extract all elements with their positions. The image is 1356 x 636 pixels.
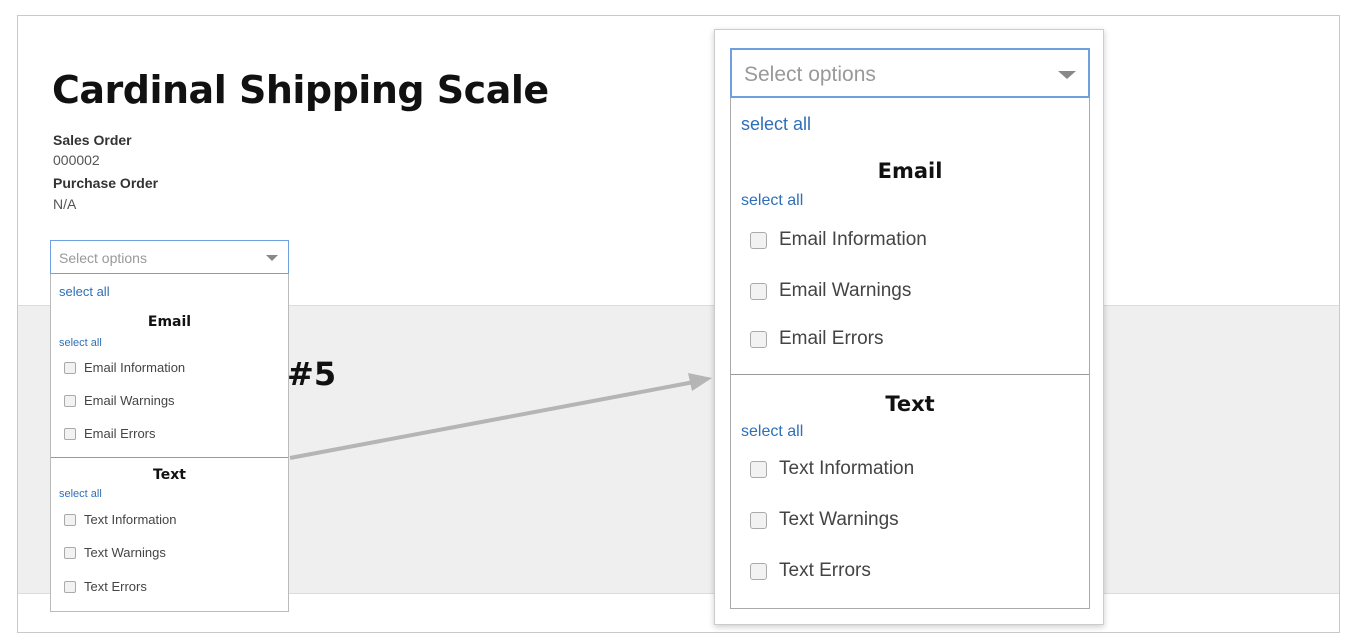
checkbox-icon[interactable]: [750, 282, 767, 300]
checkbox-icon[interactable]: [750, 330, 767, 348]
option-email-information[interactable]: Email Information: [750, 229, 927, 251]
notification-multiselect-zoomed: Select options select all Email select a…: [730, 48, 1090, 609]
multiselect-placeholder: Select options: [744, 63, 876, 86]
option-label: Email Information: [779, 229, 927, 250]
checkbox-icon[interactable]: [750, 562, 767, 580]
group-divider: [731, 374, 1089, 375]
checkbox-icon[interactable]: [750, 511, 767, 529]
option-label: Email Errors: [779, 328, 884, 349]
multiselect-dropdown: select all Email select all Email Inform…: [730, 98, 1090, 609]
checkbox-icon[interactable]: [750, 460, 767, 478]
select-all-email-link[interactable]: select all: [741, 192, 803, 210]
option-email-warnings[interactable]: Email Warnings: [750, 280, 911, 302]
zoomed-callout: Select options select all Email select a…: [714, 29, 1104, 625]
select-all-link[interactable]: select all: [741, 114, 811, 135]
option-text-information[interactable]: Text Information: [750, 458, 914, 480]
arrow-icon: [289, 373, 712, 460]
option-label: Email Warnings: [779, 280, 912, 301]
option-email-errors[interactable]: Email Errors: [750, 328, 884, 350]
option-label: Text Warnings: [779, 509, 899, 530]
option-label: Text Errors: [779, 560, 871, 581]
select-all-text-link[interactable]: select all: [741, 423, 803, 441]
checkbox-icon[interactable]: [750, 231, 767, 249]
option-text-warnings[interactable]: Text Warnings: [750, 509, 899, 531]
option-label: Text Information: [779, 458, 915, 479]
option-text-errors[interactable]: Text Errors: [750, 560, 871, 582]
multiselect-toggle[interactable]: Select options: [730, 48, 1090, 98]
caret-down-icon: [1058, 71, 1076, 79]
group-title-email: Email: [877, 159, 943, 183]
group-title-text: Text: [885, 392, 935, 416]
